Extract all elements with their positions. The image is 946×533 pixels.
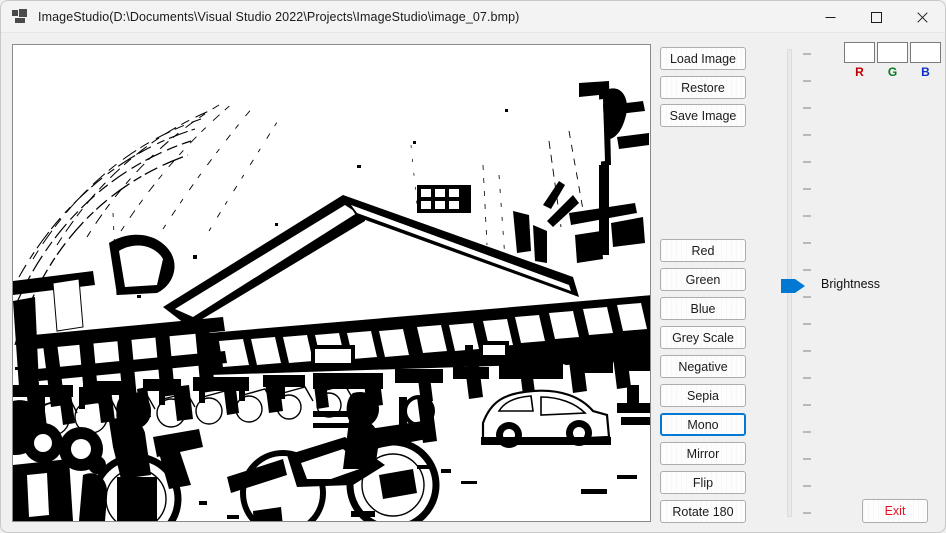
slider-tick [803,107,811,109]
slider-tick [803,296,811,298]
monochrome-photo [13,45,650,521]
slider-tick [803,215,811,217]
load-image-button[interactable]: Load Image [660,47,746,70]
sepia-button[interactable]: Sepia [660,384,746,407]
blue-label: B [921,65,930,79]
blue-button[interactable]: Blue [660,297,746,320]
slider-tick [803,188,811,190]
restore-button[interactable]: Restore [660,76,746,99]
red-label: R [855,65,864,79]
green-value-field[interactable] [877,42,908,63]
slider-tick [803,53,811,55]
mono-button[interactable]: Mono [660,413,746,436]
slider-tick [803,377,811,379]
window-controls [807,1,945,33]
title-bar: ImageStudio(D:\Documents\Visual Studio 2… [1,1,945,33]
slider-tick [803,269,811,271]
red-button[interactable]: Red [660,239,746,262]
grey-scale-button[interactable]: Grey Scale [660,326,746,349]
slider-thumb[interactable] [781,278,806,294]
slider-tick [803,242,811,244]
slider-tick [803,80,811,82]
slider-tick [803,485,811,487]
mirror-button[interactable]: Mirror [660,442,746,465]
brightness-label: Brightness [821,277,881,291]
flip-button[interactable]: Flip [660,471,746,494]
blue-value-field[interactable] [910,42,941,63]
slider-tick [803,134,811,136]
image-preview-panel[interactable] [12,44,651,522]
close-icon[interactable] [899,1,945,33]
green-button[interactable]: Green [660,268,746,291]
slider-tick [803,404,811,406]
slider-tick [803,431,811,433]
slider-tick [803,323,811,325]
rotate-180-button[interactable]: Rotate 180 [660,500,746,523]
slider-tick [803,350,811,352]
slider-tick [803,512,811,514]
window-title: ImageStudio(D:\Documents\Visual Studio 2… [38,9,520,24]
slider-tick [803,458,811,460]
app-form-icon [12,8,28,25]
red-value-field[interactable] [844,42,875,63]
minimize-icon[interactable] [807,1,853,33]
exit-button[interactable]: Exit [862,499,928,523]
application-window: ImageStudio(D:\Documents\Visual Studio 2… [0,0,946,533]
green-label: G [887,65,898,79]
slider-tick [803,161,811,163]
maximize-icon[interactable] [853,1,899,33]
negative-button[interactable]: Negative [660,355,746,378]
brightness-slider[interactable] [781,47,817,519]
save-image-button[interactable]: Save Image [660,104,746,127]
